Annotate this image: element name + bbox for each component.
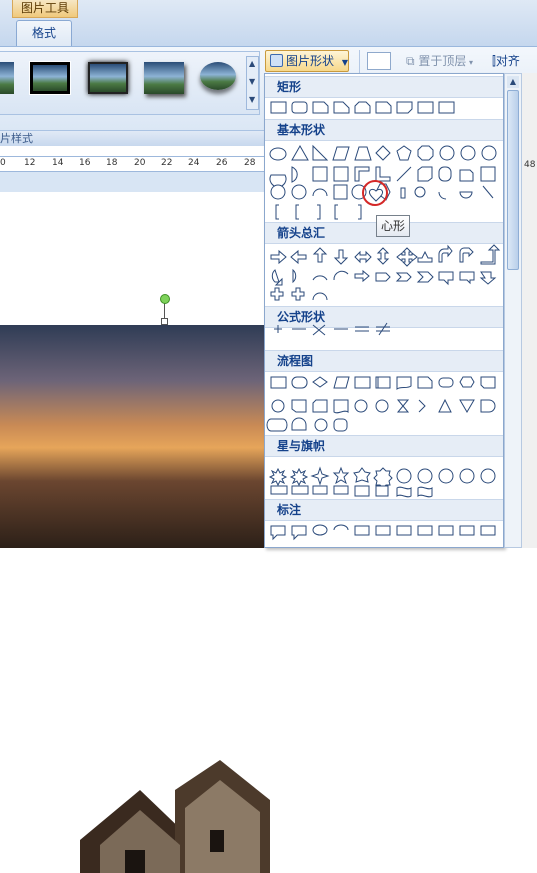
ruler-tick: 12 <box>24 158 36 168</box>
align-label: 对齐 <box>495 54 520 68</box>
align-button[interactable]: ⫿对齐 <box>492 52 520 69</box>
gallery-more-icon[interactable]: ▼ <box>249 95 255 104</box>
shape-tooltip: 心形 <box>376 215 410 237</box>
ruler-tick: 14 <box>52 158 64 168</box>
scrollbar-thumb[interactable] <box>507 90 519 270</box>
rotation-handle[interactable] <box>160 294 170 304</box>
scroll-down-icon[interactable]: ▼ <box>249 77 255 86</box>
picture-style-thumb[interactable] <box>200 62 236 90</box>
picture-tools-context-tab[interactable]: 图片工具 <box>12 0 78 18</box>
picture-style-thumb[interactable] <box>144 62 184 94</box>
ruler-tick: 24 <box>188 158 200 168</box>
picture-styles-group-label: 片样式 <box>0 130 264 146</box>
picture-shape-dropdown: 矩形 基本形状 箭头总汇 公式形状 流程图 星与旗帜 标注 <box>264 73 504 548</box>
picture-styles-gallery <box>0 51 260 115</box>
ribbon-tab-bar <box>0 0 537 47</box>
shape-grid[interactable] <box>265 74 503 549</box>
document-page <box>0 192 280 322</box>
tab-format[interactable]: 格式 <box>16 20 72 46</box>
picture-style-thumb[interactable] <box>88 62 128 94</box>
picture-style-thumb[interactable] <box>0 62 14 94</box>
heart-shape-highlight[interactable] <box>362 180 388 206</box>
dropdown-scrollbar[interactable]: ▲ <box>504 73 522 548</box>
ruler-tick: 22 <box>161 158 173 168</box>
ruler-tick: 26 <box>216 158 228 168</box>
ruler-tick: 0 <box>0 158 6 168</box>
chevron-down-icon: ▼ <box>341 58 348 67</box>
gallery-scroller[interactable]: ▲ ▼ ▼ <box>246 56 259 110</box>
page-edge-strip <box>522 73 537 548</box>
bring-front-icon: ⧉ <box>406 54 419 68</box>
picture-style-thumb[interactable] <box>29 61 71 95</box>
ruler-tick: 16 <box>79 158 91 168</box>
ruler-tick: 28 <box>244 158 256 168</box>
ruler-tick: 48 <box>524 160 536 170</box>
bring-to-front-button[interactable]: ⧉ 置于顶层 ▾ <box>406 52 473 69</box>
picture-shape-label: 图片形状 <box>286 54 335 68</box>
scroll-up-icon[interactable]: ▲ <box>249 59 255 68</box>
selected-picture[interactable] <box>0 325 270 873</box>
ruler-tick: 18 <box>106 158 118 168</box>
ruler-tick: 20 <box>134 158 146 168</box>
shape-icon <box>270 54 283 67</box>
picture-border-icon[interactable] <box>367 52 391 70</box>
resize-handle[interactable] <box>161 318 168 325</box>
bring-to-front-label: 置于顶层 <box>418 54 467 68</box>
house-silhouette <box>80 760 270 873</box>
scroll-up-icon[interactable]: ▲ <box>507 76 519 88</box>
